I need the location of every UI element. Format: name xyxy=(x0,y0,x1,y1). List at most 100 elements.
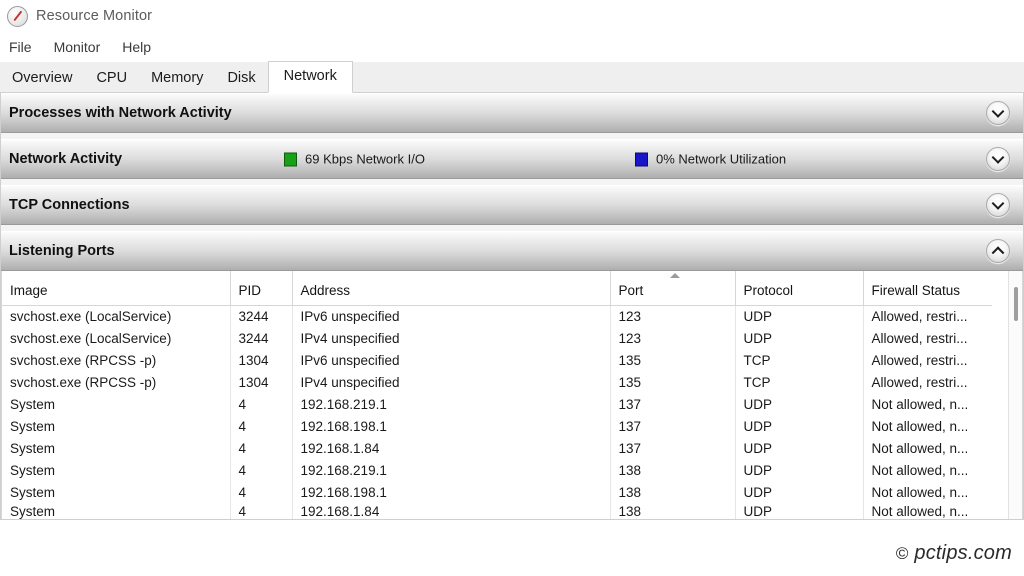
table-cell: Allowed, restri... xyxy=(871,353,968,368)
table-cell: UDP xyxy=(735,328,864,350)
section-listening-ports: Listening Ports Image PID Address Port P… xyxy=(1,231,1023,519)
table-header-row: Image PID Address Port Protocol Firewall… xyxy=(2,271,992,306)
table-cell: 123 xyxy=(610,328,736,350)
chevron-down-icon[interactable] xyxy=(986,193,1010,217)
legend-swatch-blue-icon xyxy=(635,152,648,166)
scrollbar-thumb[interactable] xyxy=(1014,287,1018,321)
table-cell: 123 xyxy=(610,305,736,328)
column-header-address[interactable]: Address xyxy=(292,271,611,306)
tab-strip: Overview CPU Memory Disk Network xyxy=(0,61,1024,93)
table-cell: 3244 xyxy=(230,328,293,350)
table-cell: UDP xyxy=(735,482,864,504)
table-cell: Not allowed, n... xyxy=(871,397,969,412)
menu-bar: File Monitor Help xyxy=(0,34,1024,60)
table-row[interactable]: svchost.exe (LocalService) 3244 IPv6 unspe… xyxy=(2,305,992,328)
table-row[interactable]: svchost.exe (RPCSS -p) 1304 IPv6 unspecifi… xyxy=(2,350,992,372)
section-title-processes: Processes with Network Activity xyxy=(9,105,232,121)
table-row[interactable]: System 4 192.168.198.1 137 UDP Not allowed, n… xyxy=(2,416,992,438)
sort-ascending-icon xyxy=(670,273,680,278)
table-cell: 4 xyxy=(230,460,293,482)
section-network-activity: Network Activity 69 Kbps Network I/O 0% … xyxy=(1,139,1023,179)
table-cell: IPv4 unspecified xyxy=(292,328,611,350)
table-cell: Not allowed, n... xyxy=(871,441,969,456)
table-cell: 4 xyxy=(230,394,293,416)
table-cell: UDP xyxy=(735,416,864,438)
table-cell: UDP xyxy=(735,504,864,519)
table-cell: 192.168.198.1 xyxy=(292,416,611,438)
section-header-processes[interactable]: Processes with Network Activity xyxy=(1,93,1023,133)
table-cell: Allowed, restri... xyxy=(871,309,968,324)
table-cell: 192.168.219.1 xyxy=(292,460,611,482)
section-processes-with-network-activity: Processes with Network Activity xyxy=(1,93,1023,133)
table-cell: 3244 xyxy=(230,305,293,328)
tab-disk[interactable]: Disk xyxy=(215,64,267,93)
table-cell: 192.168.1.84 xyxy=(292,438,611,460)
tab-network[interactable]: Network xyxy=(267,61,353,93)
watermark-text: pctips.com xyxy=(914,542,1012,564)
table-cell: Not allowed, n... xyxy=(871,504,969,519)
chevron-up-icon[interactable] xyxy=(986,239,1010,263)
section-title-tcp-connections: TCP Connections xyxy=(9,197,130,213)
resource-monitor-gauge-icon xyxy=(7,5,28,27)
table-row[interactable]: svchost.exe (LocalService) 3244 IPv4 unspe… xyxy=(2,328,992,350)
table-cell: TCP xyxy=(735,372,864,394)
table-cell: System xyxy=(2,438,231,460)
table-cell: 192.168.219.1 xyxy=(292,394,611,416)
legend-label-network-utilization: 0% Network Utilization xyxy=(656,151,787,167)
table-cell: 135 xyxy=(610,372,736,394)
section-header-network-activity[interactable]: Network Activity 69 Kbps Network I/O 0% … xyxy=(1,139,1023,179)
listening-ports-table: Image PID Address Port Protocol Firewall… xyxy=(2,271,992,519)
table-cell: 137 xyxy=(610,438,736,460)
menu-item-file[interactable]: File xyxy=(0,37,43,57)
table-cell: 1304 xyxy=(230,372,293,394)
table-row[interactable]: svchost.exe (RPCSS -p) 1304 IPv4 unspecifi… xyxy=(2,372,992,394)
table-cell: svchost.exe (LocalService) xyxy=(2,328,231,350)
chevron-down-icon[interactable] xyxy=(986,101,1010,125)
listening-ports-table-container: Image PID Address Port Protocol Firewall… xyxy=(1,271,1023,519)
table-cell: TCP xyxy=(735,350,864,372)
column-header-pid[interactable]: PID xyxy=(230,271,293,306)
table-cell: System xyxy=(2,394,231,416)
tab-overview[interactable]: Overview xyxy=(0,64,84,93)
table-cell: System xyxy=(2,460,231,482)
listening-ports-table-body: svchost.exe (LocalService) 3244 IPv6 unspe… xyxy=(2,305,992,519)
table-cell: svchost.exe (RPCSS -p) xyxy=(2,372,231,394)
table-cell: UDP xyxy=(735,438,864,460)
table-cell: IPv6 unspecified xyxy=(292,305,611,328)
section-tcp-connections: TCP Connections xyxy=(1,185,1023,225)
tab-memory[interactable]: Memory xyxy=(139,64,215,93)
table-row[interactable]: System 4 192.168.198.1 138 UDP Not allowed, n… xyxy=(2,482,992,504)
legend-swatch-green-icon xyxy=(284,152,297,166)
table-cell: Not allowed, n... xyxy=(871,463,969,478)
table-cell: 138 xyxy=(610,482,736,504)
table-row[interactable]: System 4 192.168.1.84 137 UDP Not allowed, n.… xyxy=(2,438,992,460)
table-row[interactable]: System 4 192.168.219.1 137 UDP Not allowed, n… xyxy=(2,394,992,416)
table-cell: UDP xyxy=(735,460,864,482)
table-cell: 137 xyxy=(610,416,736,438)
table-cell: svchost.exe (LocalService) xyxy=(2,305,231,328)
section-header-listening-ports[interactable]: Listening Ports xyxy=(1,231,1023,271)
chevron-down-icon[interactable] xyxy=(986,147,1010,171)
menu-item-help[interactable]: Help xyxy=(111,37,162,57)
table-cell: 4 xyxy=(230,416,293,438)
table-vertical-scrollbar[interactable] xyxy=(1008,271,1022,519)
table-row[interactable]: System 4 192.168.219.1 138 UDP Not allowed, n… xyxy=(2,460,992,482)
section-title-listening-ports: Listening Ports xyxy=(9,243,115,259)
table-cell: IPv6 unspecified xyxy=(292,350,611,372)
legend-label-network-io: 69 Kbps Network I/O xyxy=(305,151,425,167)
column-header-image[interactable]: Image xyxy=(2,271,231,306)
section-header-tcp-connections[interactable]: TCP Connections xyxy=(1,185,1023,225)
table-cell: svchost.exe (RPCSS -p) xyxy=(2,350,231,372)
table-cell: 192.168.1.84 xyxy=(292,504,611,519)
column-header-firewall-status[interactable]: Firewall Status xyxy=(863,271,992,306)
table-row[interactable]: System 4 192.168.1.84 138 UDP Not allowed, n.… xyxy=(2,504,992,519)
table-cell: 137 xyxy=(610,394,736,416)
menu-item-monitor[interactable]: Monitor xyxy=(43,37,112,57)
table-cell: UDP xyxy=(735,305,864,328)
table-cell: UDP xyxy=(735,394,864,416)
column-header-protocol[interactable]: Protocol xyxy=(735,271,864,306)
tab-cpu[interactable]: CPU xyxy=(84,64,139,93)
legend-network-io: 69 Kbps Network I/O xyxy=(284,152,425,167)
copyright-symbol: © xyxy=(895,544,909,563)
table-cell: System xyxy=(2,482,231,504)
